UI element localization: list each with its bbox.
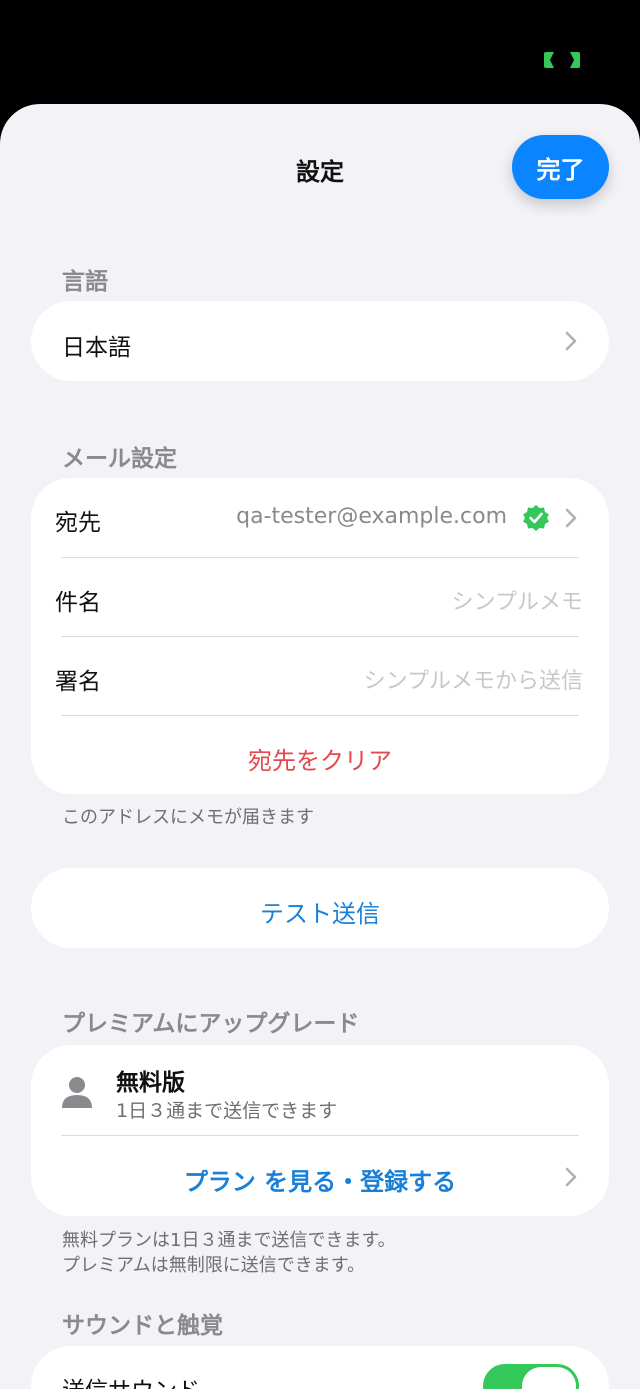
send-sound-label: 送信サウンド bbox=[62, 1371, 200, 1389]
recipient-value: qa-tester@example.com bbox=[236, 504, 507, 529]
test-send-label: テスト送信 bbox=[260, 900, 380, 928]
divider bbox=[61, 715, 579, 716]
subject-field[interactable]: シンプルメモ bbox=[452, 584, 583, 616]
plan-description: 1日３通まで送信できます bbox=[116, 1100, 338, 1122]
subject-label: 件名 bbox=[55, 590, 101, 616]
view-plans-label: プラン を見る・登録する bbox=[183, 1168, 457, 1196]
signature-field[interactable]: シンプルメモから送信 bbox=[364, 663, 583, 695]
premium-card: 無料版 1日３通まで送信できます プラン を見る・登録する bbox=[31, 1045, 609, 1216]
language-row[interactable]: 日本語 bbox=[31, 301, 609, 381]
language-value: 日本語 bbox=[62, 335, 131, 361]
premium-footer-line1: 無料プランは1日３通まで送信できます。 bbox=[62, 1230, 396, 1251]
clear-recipient-button[interactable]: 宛先をクリア bbox=[31, 741, 609, 776]
sound-section-header: サウンドと触覚 bbox=[62, 1313, 223, 1339]
status-indicator-icon bbox=[544, 52, 580, 68]
status-bar bbox=[0, 0, 640, 104]
premium-footer-line2: プレミアムは無制限に送信できます。 bbox=[62, 1255, 365, 1276]
premium-section-header: プレミアムにアップグレード bbox=[62, 1011, 360, 1037]
chevron-right-icon bbox=[565, 508, 577, 528]
chevron-right-icon bbox=[565, 1167, 577, 1187]
send-sound-toggle[interactable] bbox=[483, 1364, 579, 1389]
recipient-row[interactable]: 宛先 qa-tester@example.com bbox=[31, 478, 609, 556]
recipient-label: 宛先 bbox=[55, 510, 101, 536]
settings-sheet: 設定 完了 言語 日本語 メール設定 宛先 qa-tester@example.… bbox=[0, 104, 640, 1389]
mail-settings-card: 宛先 qa-tester@example.com 件名 シンプルメモ 署名 シン… bbox=[31, 478, 609, 794]
plan-name: 無料版 bbox=[116, 1070, 185, 1096]
signature-row[interactable]: 署名 シンプルメモから送信 bbox=[31, 637, 609, 715]
toggle-knob bbox=[522, 1367, 576, 1389]
done-button[interactable]: 完了 bbox=[512, 135, 609, 199]
chevron-right-icon bbox=[565, 331, 577, 351]
language-section-header: 言語 bbox=[62, 269, 108, 295]
signature-label: 署名 bbox=[55, 669, 101, 695]
person-icon bbox=[62, 1077, 92, 1108]
verified-badge-icon bbox=[523, 505, 549, 531]
mail-section-header: メール設定 bbox=[62, 446, 177, 472]
send-sound-row: 送信サウンド bbox=[31, 1346, 609, 1389]
mail-footer: このアドレスにメモが届きます bbox=[62, 807, 314, 828]
test-send-button[interactable]: テスト送信 bbox=[31, 868, 609, 948]
subject-row[interactable]: 件名 シンプルメモ bbox=[31, 558, 609, 636]
